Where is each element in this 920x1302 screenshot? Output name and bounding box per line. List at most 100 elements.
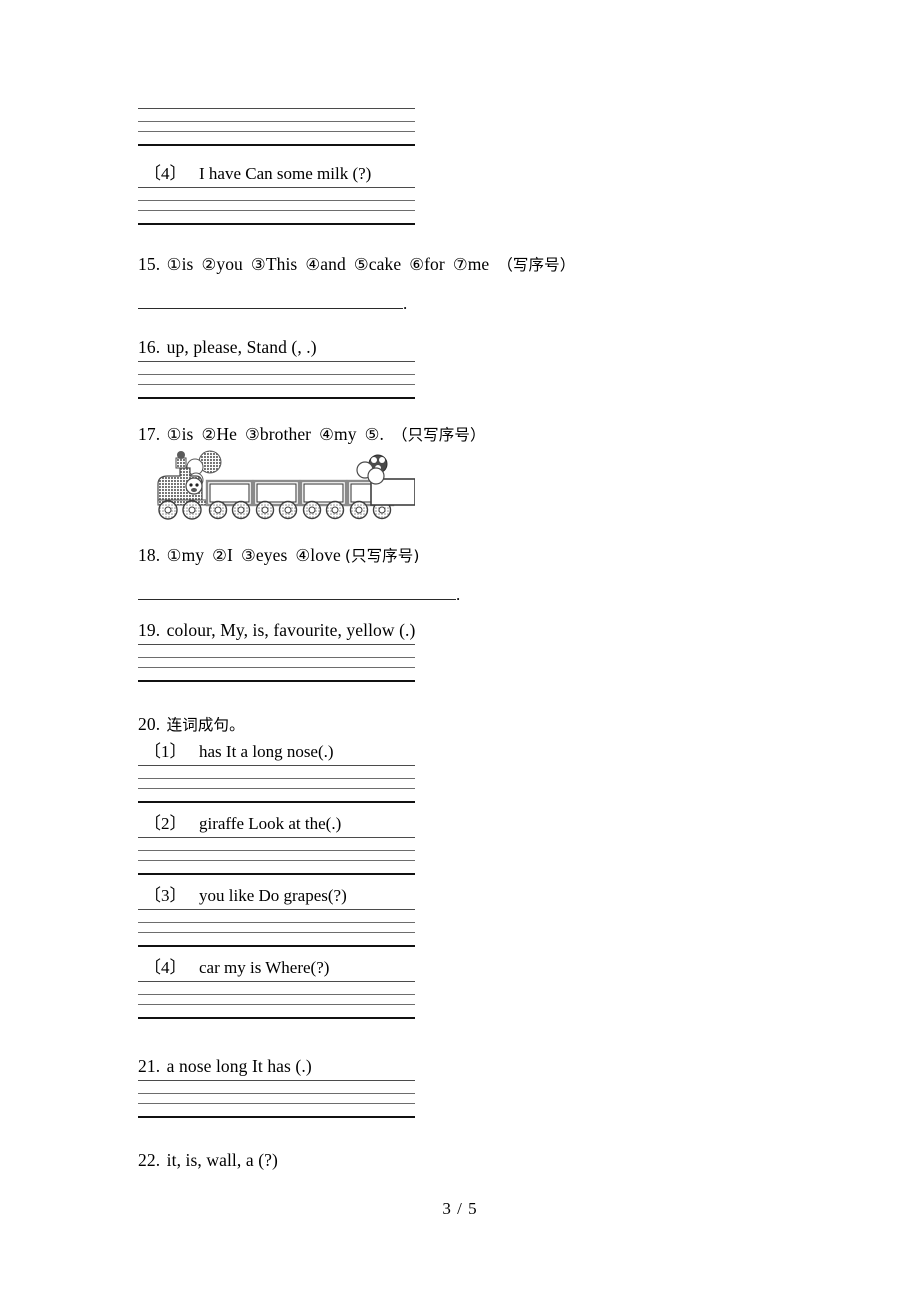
q18-number: 18. bbox=[138, 545, 161, 565]
item-q20-sub1: 〔1〕 has It a long nose(.) bbox=[138, 738, 415, 803]
train-illustration bbox=[150, 450, 416, 522]
boxcar-3 bbox=[299, 479, 348, 520]
q20-sub3-text-row: 〔3〕 you like Do grapes(?) bbox=[138, 882, 415, 909]
q20-text: 连词成句。 bbox=[166, 716, 245, 734]
choice-mark-4: ④ bbox=[305, 255, 321, 274]
q21-text-row: 21. a nose long It has (.) bbox=[138, 1053, 415, 1080]
q22-text: it, is, wall, a (?) bbox=[166, 1150, 278, 1170]
q16-text: up, please, Stand (, .) bbox=[166, 336, 317, 357]
q20-sub3-label: 〔3〕 you like Do grapes(?) bbox=[138, 885, 347, 906]
choice-word-2: He bbox=[216, 424, 237, 444]
bracket-close: 〕 bbox=[169, 163, 187, 183]
bracket-number: 4 bbox=[161, 957, 170, 977]
bracket-open: 〔 bbox=[144, 813, 161, 833]
q20-sub4-text-row: 〔4〕 car my is Where(?) bbox=[138, 954, 415, 981]
staff-q14-3-continued bbox=[138, 108, 415, 146]
boxcar-1 bbox=[205, 479, 254, 520]
choice-word-4: and bbox=[320, 254, 346, 274]
q15-number: 15. bbox=[138, 254, 161, 274]
writing-staff: 19. colour, My, is, favourite, yellow (.… bbox=[138, 617, 415, 682]
q15-answer-blank[interactable] bbox=[138, 294, 403, 309]
choice-mark-2: ② bbox=[201, 425, 217, 444]
choice-mark-6: ⑥ bbox=[409, 255, 425, 274]
choice-word-7: me bbox=[467, 254, 490, 274]
bracket-close: 〕 bbox=[169, 741, 187, 761]
q18-terminator: . bbox=[456, 584, 461, 604]
item-q14-sub4: 〔4〕 I have Can some milk (?) bbox=[138, 160, 415, 225]
choice-word-2: you bbox=[216, 254, 243, 274]
q14-sub4-text-row: 〔4〕 I have Can some milk (?) bbox=[138, 160, 415, 187]
q14-sub4-text: I have Can some milk (?) bbox=[199, 163, 372, 183]
bracket-number: 4 bbox=[161, 163, 170, 183]
q20-sub1-text: has It a long nose(.) bbox=[199, 741, 334, 761]
choice-word-6: for bbox=[424, 254, 445, 274]
q20-sub3-text: you like Do grapes(?) bbox=[199, 885, 347, 905]
bracket-open: 〔 bbox=[144, 957, 161, 977]
choice-word-1: my bbox=[181, 545, 205, 565]
staff-rule-baseline bbox=[138, 144, 415, 146]
choice-word-2: I bbox=[227, 545, 233, 565]
choice-mark-1: ① bbox=[166, 546, 182, 565]
writing-staff bbox=[138, 108, 415, 146]
choice-mark-5: ⑤ bbox=[364, 425, 380, 444]
writing-staff: 〔3〕 you like Do grapes(?) bbox=[138, 882, 415, 947]
bracket-close: 〕 bbox=[169, 957, 187, 977]
writing-staff: 〔1〕 has It a long nose(.) bbox=[138, 738, 415, 803]
staff-rule-baseline bbox=[138, 223, 415, 225]
choice-mark-3: ③ bbox=[244, 425, 260, 444]
page-footer: 3 / 5 bbox=[0, 1199, 920, 1219]
staff-rule-baseline bbox=[138, 397, 415, 399]
item-q21: 21. a nose long It has (.) bbox=[138, 1053, 415, 1118]
q20-sub2-text: giraffe Look at the(.) bbox=[199, 813, 342, 833]
item-q19: 19. colour, My, is, favourite, yellow (.… bbox=[138, 617, 415, 682]
writing-staff: 〔2〕 giraffe Look at the(.) bbox=[138, 810, 415, 875]
q16-text-row: 16. up, please, Stand (, .) bbox=[138, 334, 415, 361]
item-q15: 15. ①is ②you ③This ④and ⑤cake ⑥for ⑦me （写序号） . bbox=[138, 254, 575, 314]
choice-word-5: . bbox=[379, 424, 384, 444]
choice-word-3: brother bbox=[259, 424, 312, 444]
q18-hint: (只写序号) bbox=[344, 547, 420, 565]
choice-word-1: is bbox=[181, 254, 194, 274]
choice-word-3: This bbox=[265, 254, 298, 274]
q15-question-line: 15. ①is ②you ③This ④and ⑤cake ⑥for ⑦me （写序号） bbox=[138, 254, 575, 276]
q21-question-line: 21. a nose long It has (.) bbox=[138, 1056, 312, 1078]
q18-answer-blank[interactable] bbox=[138, 585, 456, 600]
staff-rule-baseline bbox=[138, 873, 415, 875]
q15-hint: （写序号） bbox=[497, 256, 576, 274]
train-svg bbox=[157, 450, 416, 520]
choice-mark-4: ④ bbox=[295, 546, 311, 565]
item-q22: 22. it, is, wall, a (?) bbox=[138, 1150, 278, 1172]
q18-answer-row: . bbox=[138, 585, 460, 605]
bracket-open: 〔 bbox=[144, 163, 161, 183]
q21-number: 21. bbox=[138, 1055, 161, 1076]
q19-question-line: 19. colour, My, is, favourite, yellow (.… bbox=[138, 620, 415, 642]
q18-question-line: 18. ①my ②I ③eyes ④love (只写序号) bbox=[138, 545, 460, 567]
choice-mark-5: ⑤ bbox=[353, 255, 369, 274]
q20-number: 20. bbox=[138, 714, 161, 734]
choice-mark-3: ③ bbox=[250, 255, 266, 274]
q20-sub4-label: 〔4〕 car my is Where(?) bbox=[138, 957, 329, 978]
q17-hint: （只写序号） bbox=[391, 426, 486, 444]
bracket-close: 〕 bbox=[169, 813, 187, 833]
q22-question-line: 22. it, is, wall, a (?) bbox=[138, 1150, 278, 1172]
q20-question-line: 20. 连词成句。 bbox=[138, 714, 245, 736]
item-q20-sub3: 〔3〕 you like Do grapes(?) bbox=[138, 882, 415, 947]
bracket-number: 1 bbox=[161, 741, 170, 761]
balloons-icon bbox=[356, 454, 388, 485]
choice-word-1: is bbox=[181, 424, 194, 444]
staff-rule-baseline bbox=[138, 1116, 415, 1118]
staff-rule-baseline bbox=[138, 1017, 415, 1019]
staff-rule-baseline bbox=[138, 801, 415, 803]
item-q20-sub4: 〔4〕 car my is Where(?) bbox=[138, 954, 415, 1019]
item-q18: 18. ①my ②I ③eyes ④love (只写序号) . bbox=[138, 545, 460, 605]
q17-question-line: 17. ①is ②He ③brother ④my ⑤. （只写序号） bbox=[138, 424, 486, 446]
choice-word-5: cake bbox=[368, 254, 402, 274]
bracket-open: 〔 bbox=[144, 885, 161, 905]
choice-word-3: eyes bbox=[255, 545, 288, 565]
staff-rule-baseline bbox=[138, 945, 415, 947]
q22-number: 22. bbox=[138, 1150, 161, 1170]
q19-number: 19. bbox=[138, 619, 161, 640]
locomotive-icon bbox=[157, 451, 207, 506]
worksheet-page: 〔4〕 I have Can some milk (?) 15. ①is ②you bbox=[0, 0, 920, 1302]
q20-sub2-text-row: 〔2〕 giraffe Look at the(.) bbox=[138, 810, 415, 837]
